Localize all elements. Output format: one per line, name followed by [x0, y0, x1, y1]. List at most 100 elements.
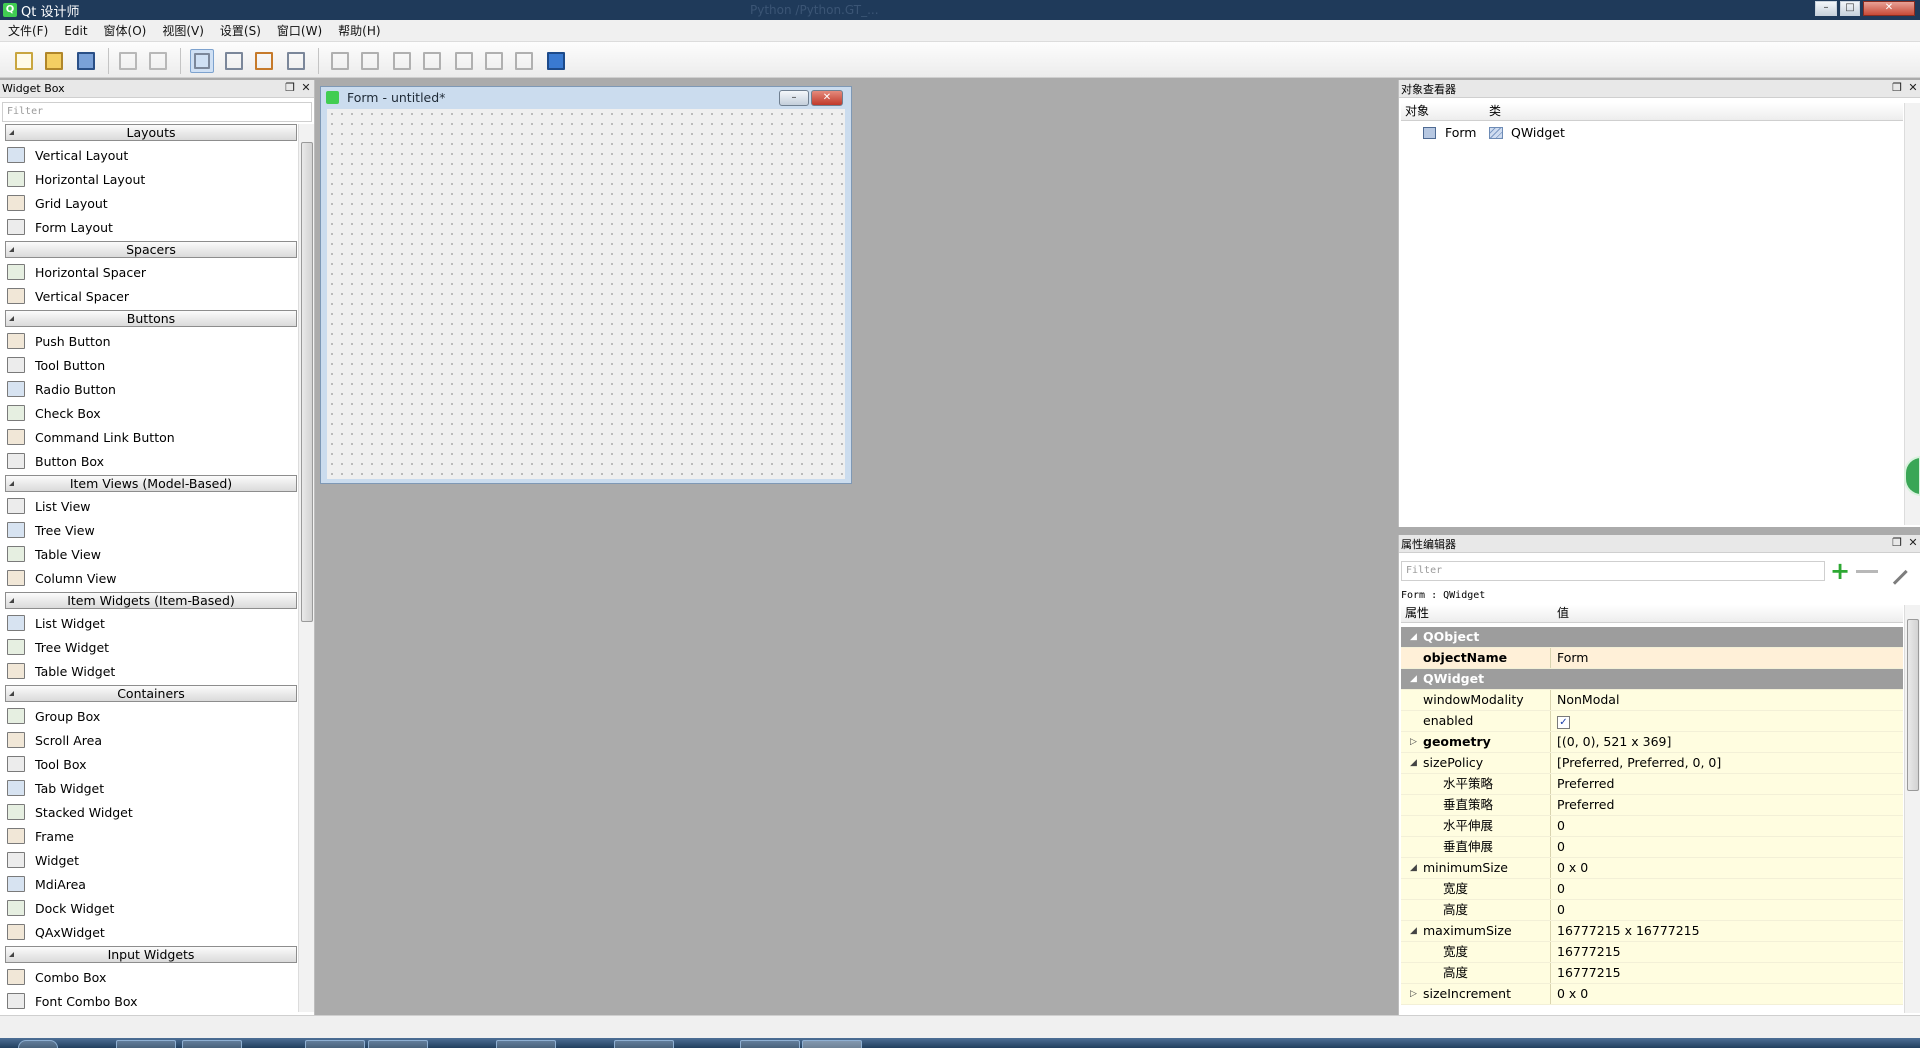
widget-item-grid-layout[interactable]: Grid Layout — [3, 191, 297, 215]
taskbar-app[interactable] — [740, 1040, 800, 1048]
expand-arrow-icon[interactable]: ◢ — [1410, 669, 1417, 689]
category-containers[interactable]: Containers — [5, 685, 297, 702]
enabled-checkbox[interactable]: ✓ — [1557, 716, 1570, 729]
taskbar-app[interactable] — [368, 1040, 428, 1048]
property-value-cell[interactable]: 0 x 0 — [1551, 858, 1903, 878]
property-row[interactable]: 高度 0 — [1401, 900, 1903, 921]
property-value-cell[interactable]: 16777215 — [1551, 963, 1903, 983]
category-item-widgets-item-based[interactable]: Item Widgets (Item-Based) — [5, 592, 297, 609]
float-icon[interactable]: ❐ — [1891, 537, 1903, 549]
edit-buddies-icon[interactable] — [252, 49, 276, 73]
category-buttons[interactable]: Buttons — [5, 310, 297, 327]
widget-item-button-box[interactable]: Button Box — [3, 449, 297, 473]
widget-item-radio-button[interactable]: Radio Button — [3, 377, 297, 401]
property-editor-scrollbar[interactable] — [1904, 605, 1920, 1013]
widget-item-vertical-spacer[interactable]: Vertical Spacer — [3, 284, 297, 308]
category-layouts[interactable]: Layouts — [5, 124, 297, 141]
property-value-cell[interactable]: [(0, 0), 521 x 369] — [1551, 732, 1903, 752]
taskbar-app[interactable] — [182, 1040, 242, 1048]
menu-view[interactable]: 视图(V) — [154, 22, 212, 39]
form-window[interactable]: Form - untitled* – ✕ — [320, 86, 852, 484]
property-row[interactable]: ▷ sizeIncrement 0 x 0 — [1401, 984, 1903, 1005]
property-row[interactable]: 垂直伸展 0 — [1401, 837, 1903, 858]
property-value-cell[interactable] — [1551, 627, 1903, 647]
expand-arrow-icon[interactable]: ◢ — [1410, 627, 1417, 647]
property-row[interactable]: ◢ QWidget — [1401, 669, 1903, 690]
property-row[interactable]: objectName Form — [1401, 648, 1903, 669]
menu-help[interactable]: 帮助(H) — [330, 22, 388, 39]
form-canvas[interactable] — [327, 109, 845, 479]
widget-item-horizontal-layout[interactable]: Horizontal Layout — [3, 167, 297, 191]
widget-item-stacked-widget[interactable]: Stacked Widget — [3, 800, 297, 824]
widget-item-tool-box[interactable]: Tool Box — [3, 752, 297, 776]
property-value-cell[interactable]: [Preferred, Preferred, 0, 0] — [1551, 753, 1903, 773]
expand-arrow-icon[interactable]: ◢ — [1410, 921, 1417, 941]
expand-arrow-icon[interactable]: ▷ — [1410, 984, 1417, 1004]
edit-widgets-icon[interactable] — [190, 49, 214, 73]
property-row[interactable]: 水平伸展 0 — [1401, 816, 1903, 837]
layout-grid-icon[interactable] — [452, 49, 476, 73]
widget-item-command-link-button[interactable]: Command Link Button — [3, 425, 297, 449]
copy-icon[interactable] — [116, 49, 140, 73]
category-item-views-model-based[interactable]: Item Views (Model-Based) — [5, 475, 297, 492]
open-file-icon[interactable] — [42, 49, 66, 73]
menu-window[interactable]: 窗口(W) — [269, 22, 330, 39]
widget-item-push-button[interactable]: Push Button — [3, 329, 297, 353]
property-row[interactable]: 水平策略 Preferred — [1401, 774, 1903, 795]
property-row[interactable]: windowModality NonModal — [1401, 690, 1903, 711]
widget-item-list-view[interactable]: List View — [3, 494, 297, 518]
form-minimize-button[interactable]: – — [779, 90, 809, 106]
widget-item-frame[interactable]: Frame — [3, 824, 297, 848]
column-property[interactable]: 属性 — [1405, 605, 1429, 622]
splitter-vertical-icon[interactable] — [420, 49, 444, 73]
property-value-cell[interactable]: Form — [1551, 648, 1903, 668]
widget-item-list-widget[interactable]: List Widget — [3, 611, 297, 635]
taskbar-app[interactable] — [116, 1040, 176, 1048]
scroll-thumb[interactable] — [301, 142, 313, 622]
widget-item-widget[interactable]: Widget — [3, 848, 297, 872]
property-row[interactable]: ▷ geometry [(0, 0), 521 x 369] — [1401, 732, 1903, 753]
widget-filter-input[interactable]: Filter — [2, 102, 312, 122]
property-value-cell[interactable]: 0 — [1551, 900, 1903, 920]
taskbar-app-active[interactable] — [802, 1040, 862, 1048]
close-icon[interactable]: ✕ — [300, 82, 312, 94]
scroll-thumb[interactable] — [1907, 619, 1919, 791]
widget-item-table-view[interactable]: Table View — [3, 542, 297, 566]
widget-item-table-widget[interactable]: Table Widget — [3, 659, 297, 683]
property-value-cell[interactable]: 16777215 x 16777215 — [1551, 921, 1903, 941]
start-button[interactable] — [18, 1040, 58, 1048]
property-value-cell[interactable]: 0 — [1551, 879, 1903, 899]
widget-item-column-view[interactable]: Column View — [3, 566, 297, 590]
column-object[interactable]: 对象 — [1405, 103, 1429, 120]
widget-item-group-box[interactable]: Group Box — [3, 704, 297, 728]
property-value-cell[interactable]: ✓ — [1551, 711, 1903, 731]
object-row-form[interactable]: Form QWidget — [1401, 123, 1903, 143]
column-value[interactable]: 值 — [1557, 605, 1569, 622]
widget-item-vertical-layout[interactable]: Vertical Layout — [3, 143, 297, 167]
close-icon[interactable]: ✕ — [1907, 537, 1919, 549]
widget-item-tree-view[interactable]: Tree View — [3, 518, 297, 542]
category-input-widgets[interactable]: Input Widgets — [5, 946, 297, 963]
property-row[interactable]: 高度 16777215 — [1401, 963, 1903, 984]
widget-item-qaxwidget[interactable]: QAxWidget — [3, 920, 297, 944]
property-row[interactable]: ◢ QObject — [1401, 627, 1903, 648]
property-row[interactable]: ◢ sizePolicy [Preferred, Preferred, 0, 0] — [1401, 753, 1903, 774]
add-property-icon[interactable]: + — [1829, 559, 1851, 583]
paste-icon[interactable] — [146, 49, 170, 73]
layout-form-icon[interactable] — [482, 49, 506, 73]
remove-property-icon[interactable] — [1856, 570, 1878, 573]
property-value-cell[interactable]: 0 — [1551, 816, 1903, 836]
property-row[interactable]: 垂直策略 Preferred — [1401, 795, 1903, 816]
layout-horizontal-icon[interactable] — [328, 49, 352, 73]
property-row[interactable]: 宽度 0 — [1401, 879, 1903, 900]
property-row[interactable]: 宽度 16777215 — [1401, 942, 1903, 963]
widget-item-combo-box[interactable]: Combo Box — [3, 965, 297, 989]
minimize-button[interactable]: – — [1815, 1, 1837, 16]
property-row[interactable]: ◢ maximumSize 16777215 x 16777215 — [1401, 921, 1903, 942]
menu-form[interactable]: 窗体(O) — [96, 22, 155, 39]
edit-tab-order-icon[interactable] — [284, 49, 308, 73]
widget-item-scroll-area[interactable]: Scroll Area — [3, 728, 297, 752]
property-value-cell[interactable]: NonModal — [1551, 690, 1903, 710]
maximize-button[interactable]: □ — [1840, 1, 1860, 16]
save-icon[interactable] — [74, 49, 98, 73]
